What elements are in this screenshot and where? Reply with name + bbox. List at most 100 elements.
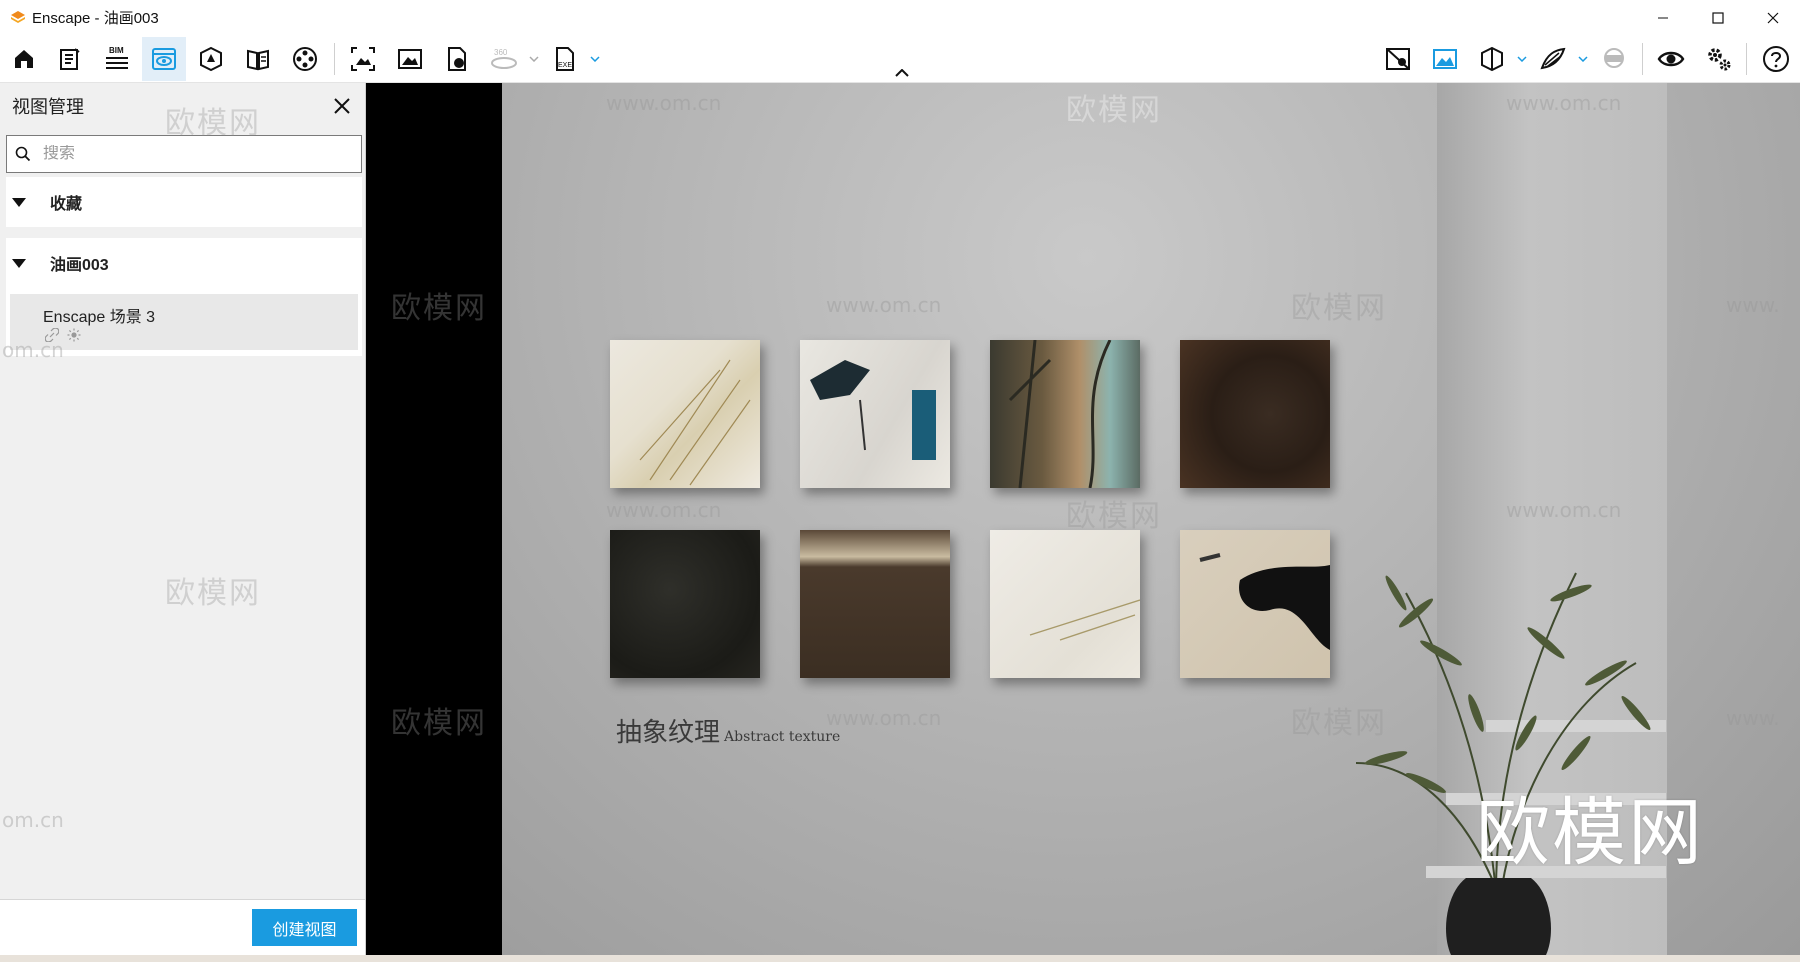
cube-icon — [1481, 46, 1503, 72]
view-list-item[interactable]: Enscape 场景 3 — [10, 294, 358, 350]
toolbar-separator — [334, 43, 335, 75]
painting-6 — [800, 530, 950, 678]
caret-down-icon — [12, 258, 26, 268]
view-group-header[interactable]: 油画003 — [6, 238, 362, 288]
search-box — [6, 135, 362, 173]
painting-3-texture — [1008, 339, 1112, 489]
minimize-icon — [1657, 17, 1668, 18]
bim-list-icon: BIM — [106, 46, 128, 69]
panorama-button[interactable]: 360 — [482, 37, 526, 81]
fly-mode-dropdown[interactable] — [1576, 49, 1590, 69]
toolbar-separator — [1642, 43, 1643, 75]
sun-icon — [67, 328, 81, 342]
close-icon — [334, 98, 350, 114]
asset-library-button[interactable] — [189, 37, 233, 81]
toolbar-separator — [1746, 43, 1747, 75]
landscape-icon — [1433, 49, 1457, 69]
render-viewport[interactable]: 抽象纹理Abstract texture 欧模网 www.om.cn 欧模网 w… — [366, 83, 1800, 955]
live-update-button[interactable] — [1649, 37, 1693, 81]
search-icon — [15, 146, 31, 162]
watermark-text: 欧模网 — [391, 706, 487, 741]
collapse-toolbar-button[interactable] — [892, 66, 912, 80]
favorites-header[interactable]: 收藏 — [6, 177, 362, 227]
vr-headset-button[interactable] — [1592, 37, 1636, 81]
mini-map-button[interactable] — [1376, 37, 1420, 81]
painting-7-texture — [1029, 599, 1141, 641]
watermark-logo: 欧模网 — [1476, 790, 1704, 876]
image-icon — [398, 49, 422, 69]
batch-render-button[interactable] — [388, 37, 432, 81]
svg-text:BIM: BIM — [109, 46, 124, 55]
painting-4 — [1180, 340, 1330, 488]
chevron-down-icon — [590, 56, 600, 62]
view-name: Enscape 场景 3 — [43, 309, 156, 326]
painting-3 — [990, 339, 1140, 489]
exhibit-title-cn: 抽象纹理 — [616, 718, 721, 748]
export-dropdown[interactable] — [588, 49, 602, 69]
visual-settings-button[interactable] — [1423, 37, 1467, 81]
video-editor-button[interactable] — [283, 37, 327, 81]
painting-5 — [610, 530, 760, 678]
chevron-down-icon — [1517, 56, 1527, 62]
view-group-section: 油画003 Enscape 场景 3 — [6, 238, 362, 356]
close-panel-button[interactable] — [330, 94, 354, 118]
view-group-label: 油画003 — [50, 257, 109, 274]
asset-library-icon — [200, 46, 222, 72]
window-bottom-edge — [0, 955, 1800, 962]
panel-footer: 创建视图 — [0, 899, 365, 955]
map-icon — [1386, 48, 1410, 70]
exhibit-title-en: Abstract texture — [724, 729, 841, 745]
material-editor-button[interactable] — [236, 37, 280, 81]
settings-button[interactable] — [1697, 37, 1741, 81]
capture-screenshot-button[interactable] — [341, 37, 385, 81]
watermark-text: 欧模网 — [391, 291, 487, 326]
enscape-logo-icon — [11, 10, 25, 23]
view-management-button[interactable] — [142, 37, 186, 81]
painting-1-texture — [639, 359, 751, 486]
svg-text:EXE: EXE — [558, 62, 572, 69]
title-bar: Enscape - 油画003 — [0, 0, 1800, 35]
exe-file-icon: EXE — [556, 47, 574, 71]
favorites-section: 收藏 — [6, 177, 362, 227]
window-title: Enscape - 油画003 — [32, 10, 159, 27]
chevron-down-icon — [529, 56, 539, 62]
web-standalone-button[interactable] — [435, 37, 479, 81]
create-view-button[interactable]: 创建视图 — [252, 909, 357, 946]
exe-export-button[interactable]: EXE — [543, 37, 587, 81]
favorites-label: 收藏 — [50, 196, 83, 213]
panel-title: 视图管理 — [12, 97, 84, 117]
view-management-panel: 视图管理 收藏 油画003 Enscape 场景 3 创建视图 — [0, 83, 366, 955]
section-dropdown[interactable] — [1515, 49, 1529, 69]
exhibit-title: 抽象纹理 Abstract texture — [616, 712, 840, 749]
caret-down-icon — [12, 197, 26, 207]
close-icon — [1767, 12, 1778, 23]
fly-mode-button[interactable] — [1531, 37, 1575, 81]
painting-8 — [1180, 530, 1330, 678]
svg-text:360: 360 — [494, 48, 508, 57]
painting-1 — [610, 340, 760, 488]
home-button[interactable] — [2, 37, 46, 81]
vr-headset-icon — [1604, 48, 1624, 68]
panorama-360-icon: 360 — [491, 48, 517, 69]
bim-button[interactable]: BIM — [95, 37, 139, 81]
wing-icon — [1540, 47, 1566, 70]
notes-button[interactable] — [48, 37, 92, 81]
section-box-button[interactable] — [1470, 37, 1514, 81]
screenshot-icon — [351, 47, 375, 71]
web-export-icon — [448, 47, 466, 71]
home-icon — [15, 50, 33, 68]
painting-7 — [990, 530, 1141, 678]
panorama-dropdown[interactable] — [527, 49, 541, 69]
painting-8-texture — [1199, 553, 1330, 650]
help-button[interactable] — [1754, 37, 1798, 81]
potted-plant — [1355, 572, 1651, 955]
minimize-button[interactable] — [1635, 0, 1690, 35]
help-icon — [1763, 46, 1789, 72]
search-input[interactable] — [43, 145, 333, 163]
book-icon — [247, 49, 269, 71]
eye-icon — [1657, 51, 1685, 67]
close-window-button[interactable] — [1745, 0, 1800, 35]
link-icon — [45, 328, 59, 342]
maximize-button[interactable] — [1690, 0, 1745, 35]
painting-2 — [800, 340, 950, 488]
